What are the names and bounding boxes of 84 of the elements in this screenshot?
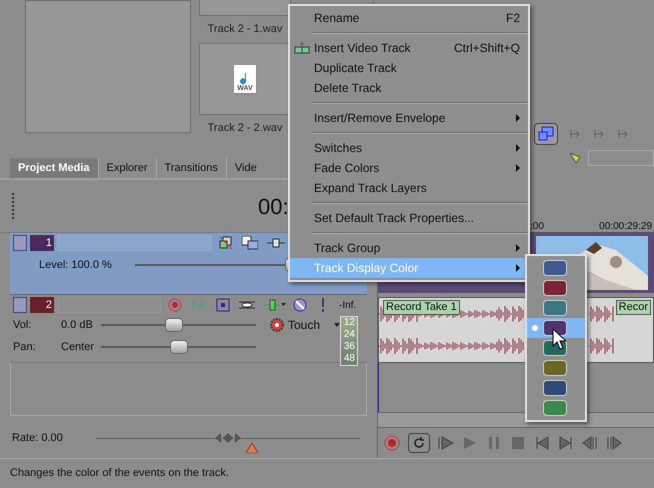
ruler-time-label: :00 [530,222,544,232]
menu-item[interactable]: Insert/Remove Envelope [290,108,528,128]
warning-triangle-icon [246,443,258,453]
play-from-start-icon[interactable] [438,435,454,451]
invert-phase-icon [239,299,255,311]
overlay-button[interactable] [534,123,558,145]
volume-label: Vol: [13,318,32,333]
pan-slider[interactable] [101,340,256,354]
effects-icon [191,298,207,312]
menu-item[interactable]: Switches [290,138,528,158]
loop-icon [413,437,425,449]
media-thumbnail[interactable] [199,0,291,16]
grip-handle [12,193,15,219]
menu-item[interactable]: Insert Video Track Ctrl+Shift+Q [290,38,528,58]
waveform-drawing [589,338,615,354]
panel-tab[interactable]: Explorer [98,158,156,178]
submenu-arrow-icon [516,244,520,252]
meter-peak-label: -Inf. [339,298,356,312]
insert-track-icon [294,42,310,54]
volume-value: 0.0 dB [61,318,94,333]
play-icon[interactable] [462,435,478,451]
mute-icon [293,298,307,312]
panel-tab[interactable]: Transitions [156,158,226,178]
menu-item[interactable]: Delete Track [290,78,528,98]
level-label: Level: 100.0 % [39,258,113,273]
color-option[interactable] [527,318,585,338]
automation-mode: Touch [288,317,320,334]
event-label: Recor [616,300,651,315]
solo-icon [320,298,326,312]
ruler-time-label: 00:00:29:29 [599,222,652,232]
marker-icon [570,153,580,163]
motion-icon [267,238,285,248]
stop-icon[interactable] [510,435,526,451]
menu-item[interactable]: Set Default Track Properties... [290,208,528,228]
menu-item[interactable]: Duplicate Track [290,58,528,78]
parent-track-icon [242,236,258,250]
submenu-arrow-icon [516,264,520,272]
track-number-badge: 2 [30,297,54,313]
media-label: Track 2 - 2.wav [208,120,282,136]
submenu-arrow-icon [516,114,520,122]
audio-track-header[interactable]: 2 -Inf. Vol: 0.0 dB Touch Pan: Center 12 24 36 48 [10,295,367,363]
loop-button[interactable] [408,433,430,453]
meter-tick-label: 12 [344,317,355,329]
automation-icon [216,298,230,312]
collapse-button[interactable] [13,297,27,313]
record-icon [384,435,400,451]
previous-icon[interactable] [534,435,550,451]
menu-item[interactable]: Fade Colors [290,158,528,178]
timecode: 00: [258,192,289,220]
arrow-icon [594,129,606,139]
dropdown-arrow-icon [334,323,340,327]
waveform-drawing [589,306,615,322]
pan-label: Pan: [13,340,37,355]
panel-tab[interactable]: Vide [226,158,265,178]
pan-value: Center [61,340,96,355]
menu-item[interactable]: Expand Track Layers [290,178,528,198]
pan-icon [264,299,286,311]
collapse-button[interactable] [13,235,27,251]
overlay-icon [538,126,554,142]
volume-slider[interactable] [101,318,256,332]
submenu-arrow-icon [516,144,520,152]
compositing-icon [219,236,233,250]
status-text: Changes the color of the events on the track. [10,466,229,482]
arrow-icon [618,129,630,139]
track-number-badge: 1 [30,235,54,251]
gear-icon [270,318,284,332]
track-name-field[interactable] [57,235,212,251]
submenu-arrow-icon [516,164,520,172]
meter-tick-label: 36 [344,341,355,353]
next-frame-icon[interactable] [606,435,622,451]
panel-tab[interactable]: Project Media [10,158,98,178]
media-label: Track 2 - 1.wav [208,22,282,37]
meter-tick-label: 48 [344,353,355,365]
rate-label: Rate: 0.00 [12,430,64,446]
next-icon[interactable] [558,435,574,451]
menu-item[interactable]: Rename F2 [290,8,528,28]
record-arm-icon [168,298,182,312]
arrow-icon [570,129,582,139]
mouse-cursor-icon [552,328,566,350]
event-label: Record Take 1 [383,300,460,315]
previous-frame-icon[interactable] [582,435,598,451]
text-field[interactable] [588,150,654,166]
pause-icon[interactable] [486,435,502,451]
meter-tick-label: 24 [344,329,355,341]
